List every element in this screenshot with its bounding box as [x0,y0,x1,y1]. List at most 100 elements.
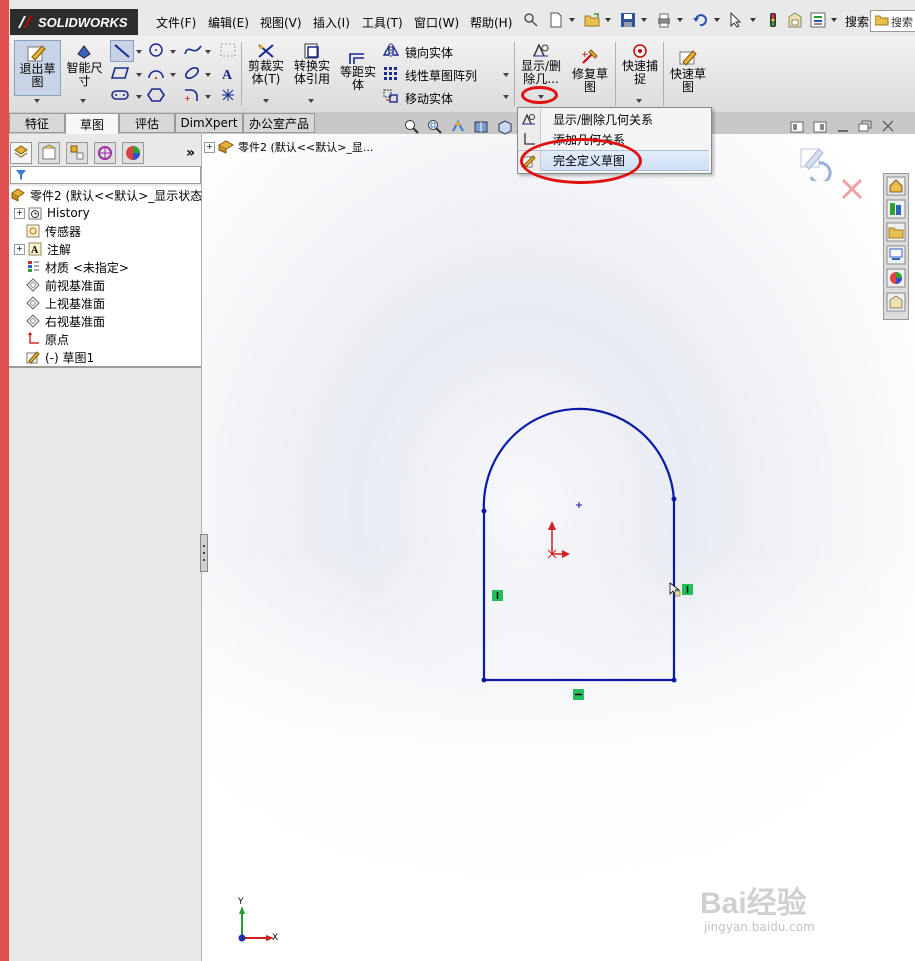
move-entities-label[interactable]: 移动实体 [405,90,453,107]
smart-dimension-button[interactable]: 智能尺寸 [62,40,107,94]
tree-item-material[interactable]: 材质 <未指定> [26,258,129,276]
save-dropdown-arrow[interactable] [641,18,647,22]
trim-dropdown-arrow[interactable] [263,99,269,103]
tab-features[interactable]: 特征 [9,113,65,133]
menu-view[interactable]: 视图(V) [260,14,302,31]
ellipse-icon[interactable] [183,65,201,81]
rect-dropdown-arrow[interactable] [136,73,142,77]
parallelogram-icon[interactable] [110,65,130,81]
convert-entities-button[interactable]: 转换实 体引用 [290,40,334,94]
fillet-icon[interactable]: + [183,88,201,102]
fillet-dropdown-arrow[interactable] [205,95,211,99]
save-icon[interactable] [620,12,636,28]
move-entities-icon[interactable] [382,88,400,104]
linear-pattern-label[interactable]: 线性草图阵列 [405,67,477,84]
print-icon[interactable] [656,12,672,28]
quick-snaps-dropdown-arrow[interactable] [636,99,642,103]
tree-item-history[interactable]: + History [14,204,90,222]
close-window-icon[interactable] [881,120,895,132]
tree-item-top-plane[interactable]: 上视基准面 [26,294,105,312]
arc-dropdown-arrow[interactable] [170,73,176,77]
new-document-icon[interactable] [548,12,564,28]
vertical-relation-icon[interactable] [492,590,503,601]
point-icon[interactable] [219,88,237,102]
move-dropdown-arrow[interactable] [503,95,509,99]
expand-toggle[interactable]: + [14,207,25,219]
sketch-profile[interactable] [481,407,677,683]
menu-help[interactable]: 帮助(H) [470,14,512,31]
zoom-to-fit-icon[interactable] [404,119,420,135]
repair-sketch-button[interactable]: + 修复草图 [568,48,612,98]
select-arrow-icon[interactable] [728,12,744,28]
slot-icon[interactable] [110,88,130,102]
display-delete-relations-button[interactable]: 显示/删 除几... [519,40,563,90]
spline-dropdown-arrow[interactable] [205,50,211,54]
print-dropdown-arrow[interactable] [677,18,683,22]
tab-office-products[interactable]: 办公室产品 [243,113,315,133]
undo-icon[interactable] [692,12,708,28]
tree-item-sketch1[interactable]: (-) 草图1 [26,348,94,366]
exit-sketch-button[interactable]: 退出草图 [14,40,61,96]
tile-right-icon[interactable] [813,121,827,133]
minimize-icon[interactable] [836,121,850,133]
tree-item-sensors[interactable]: 传感器 [26,222,81,240]
previous-view-icon[interactable] [450,119,466,135]
menu-insert[interactable]: 插入(I) [313,14,350,31]
undo-dropdown-arrow[interactable] [714,18,720,22]
tab-dimxpert[interactable]: DimXpert [175,113,243,133]
linear-pattern-icon[interactable] [382,65,400,81]
horizontal-relation-icon[interactable] [573,689,584,700]
select-dropdown-arrow[interactable] [750,18,756,22]
menu-window[interactable]: 窗口(W) [414,14,459,31]
convert-dropdown-arrow[interactable] [308,99,314,103]
options-dropdown-arrow[interactable] [831,18,837,22]
panel-expand-chevron-icon[interactable]: » [186,145,195,161]
slot-dropdown-arrow[interactable] [136,95,142,99]
pin-icon[interactable] [523,12,539,28]
circle-dropdown-arrow[interactable] [170,50,176,54]
property-manager-tab[interactable] [38,142,60,164]
new-dropdown-arrow[interactable] [569,18,575,22]
trim-entities-button[interactable]: 剪裁实 体(T) [245,40,287,94]
restore-icon[interactable] [858,120,872,132]
open-folder-icon[interactable] [584,12,600,28]
mirror-entities-icon[interactable] [382,42,400,58]
search-box[interactable]: 搜索 [870,10,915,32]
view-orientation-icon[interactable] [497,119,513,135]
tree-root-part[interactable]: 零件2 (默认<<默认>_显示状态 [11,186,202,204]
rapid-sketch-button[interactable]: 快速草图 [666,48,710,98]
circle-icon[interactable] [147,42,165,58]
menu-edit[interactable]: 编辑(E) [208,14,249,31]
feature-manager-tab[interactable] [10,142,32,164]
zoom-to-area-icon[interactable] [427,119,443,135]
line-tool-button[interactable] [110,40,134,62]
quick-snaps-button[interactable]: 快速捕捉 [618,40,662,90]
pattern-dropdown-arrow[interactable] [503,73,509,77]
sketch-grid-icon[interactable] [219,42,237,58]
feature-tree-filter[interactable] [10,166,201,184]
open-dropdown-arrow[interactable] [605,18,611,22]
display-manager-tab[interactable] [122,142,144,164]
menu-file[interactable]: 文件(F) [156,14,196,31]
mirror-entities-label[interactable]: 镜向实体 [405,44,453,61]
arc-icon[interactable] [147,65,165,81]
rebuild-traffic-light-icon[interactable] [765,12,781,28]
configuration-manager-tab[interactable] [66,142,88,164]
sketch-canvas[interactable] [202,134,915,961]
tab-evaluate[interactable]: 评估 [119,113,175,133]
tree-item-front-plane[interactable]: 前视基准面 [26,276,105,294]
vertical-relation-icon[interactable] [682,584,693,595]
panel-divider[interactable] [9,366,201,368]
tile-left-icon[interactable] [790,121,804,133]
menu-item-display-delete-relations[interactable]: 显示/删除几何关系 [518,109,709,129]
line-dropdown-arrow[interactable] [136,50,142,54]
smart-dim-dropdown-arrow[interactable] [80,99,86,103]
section-view-icon[interactable] [473,119,489,135]
file-properties-icon[interactable] [787,12,803,28]
dimxpert-manager-tab[interactable] [94,142,116,164]
options-list-icon[interactable] [810,12,826,28]
polygon-icon[interactable] [147,88,165,102]
exit-sketch-dropdown-arrow[interactable] [34,99,40,103]
ellipse-dropdown-arrow[interactable] [205,73,211,77]
offset-entities-button[interactable]: 等距实体 [336,48,380,98]
